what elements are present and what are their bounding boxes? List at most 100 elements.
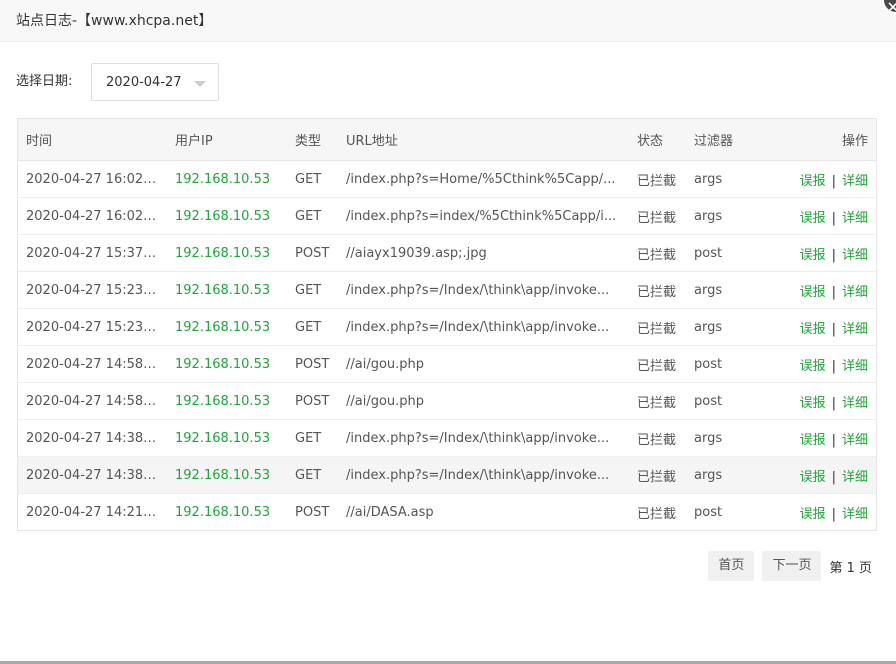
date-filter-label: 选择日期: [16, 74, 73, 89]
table-row: 2020-04-27 16:02:33 192.168.10.53 GET/inde… [18, 160, 876, 198]
action-separator: | [831, 358, 836, 374]
report-false-positive-link[interactable]: 误报 [800, 359, 826, 374]
cell-actions: 误报 | 详细 [776, 494, 876, 531]
detail-link[interactable]: 详细 [842, 248, 868, 263]
date-select[interactable]: 2020-04-27 [91, 63, 219, 101]
cell-ip: 192.168.10.53 [167, 345, 287, 383]
first-page-button[interactable]: 首页 [708, 551, 755, 581]
cell-type: GET [287, 271, 338, 309]
cell-type: POST [295, 504, 330, 520]
report-false-positive-link[interactable]: 误报 [800, 174, 826, 189]
report-false-positive-link[interactable]: 误报 [800, 285, 826, 300]
action-separator: | [831, 506, 836, 522]
pagination: 首页 下一页 第 1 页 [700, 551, 872, 581]
action-separator: | [831, 395, 836, 411]
report-false-positive-link[interactable]: 误报 [800, 211, 826, 226]
cell-filter: args [686, 308, 776, 346]
report-false-positive-link[interactable]: 误报 [800, 396, 826, 411]
table-row: 2020-04-27 16:02:26 192.168.10.53 GET/inde… [18, 197, 876, 235]
cell-ip: 192.168.10.53 [167, 308, 287, 346]
action-separator: | [831, 173, 836, 189]
table-row: 2020-04-27 14:21:29 192.168.10.53 POST //ai… [18, 494, 876, 531]
report-false-positive-link[interactable]: 误报 [800, 507, 826, 522]
cell-actions: 误报 | 详细 [776, 234, 876, 272]
cell-actions: 误报 | 详细 [776, 160, 876, 198]
table-row: 2020-04-27 14:38:41 192.168.10.53 GET/inde… [18, 456, 876, 494]
cell-url: /index.php?s=Home/%5Cthink%5Capp/... [338, 160, 629, 198]
action-separator: | [831, 210, 836, 226]
detail-link[interactable]: 详细 [842, 396, 868, 411]
table-row: 2020-04-27 14:58:58 192.168.10.53 POST//ai… [18, 345, 876, 383]
cell-status: 已拦截 [629, 456, 686, 494]
column-header-url: URL地址 [338, 119, 629, 161]
action-separator: | [831, 284, 836, 300]
cell-time: 2020-04-27 16:02:33 [18, 160, 167, 198]
chevron-down-icon [194, 81, 206, 87]
report-false-positive-link[interactable]: 误报 [800, 322, 826, 337]
close-icon [888, 2, 896, 12]
cell-filter: post [694, 504, 723, 520]
cell-ip: 192.168.10.53 [175, 504, 271, 520]
report-false-positive-link[interactable]: 误报 [800, 470, 826, 485]
cell-type: POST [287, 382, 338, 420]
cell-filter: post [686, 234, 776, 272]
cell-url: /index.php?s=/Index/\think\app/invoke... [338, 271, 629, 309]
detail-link[interactable]: 详细 [842, 507, 868, 522]
cell-time: 2020-04-27 14:38:41 [18, 456, 167, 494]
log-table: 时间 用户IP 类型 URL地址 状态 过滤器 操作 2020-04-27 16… [18, 119, 876, 530]
table-row: 2020-04-27 15:23:13 192.168.10.53 GET/inde… [18, 271, 876, 309]
cell-ip: 192.168.10.53 [167, 382, 287, 420]
cell-ip: 192.168.10.53 [167, 419, 287, 457]
cell-type: POST [287, 345, 338, 383]
column-header-actions: 操作 [776, 119, 876, 161]
cell-time: 2020-04-27 15:23:13 [18, 308, 167, 346]
cell-url: //ai/gou.php [338, 345, 629, 383]
cell-actions: 误报 | 详细 [776, 419, 876, 457]
cell-type: POST [287, 234, 338, 272]
next-page-button[interactable]: 下一页 [762, 551, 822, 581]
detail-link[interactable]: 详细 [842, 285, 868, 300]
cell-filter: args [686, 160, 776, 198]
detail-link[interactable]: 详细 [842, 470, 868, 485]
cell-filter: args [686, 419, 776, 457]
table-row: 2020-04-27 15:23:13 192.168.10.53 GET/inde… [18, 308, 876, 346]
cell-status: 已拦截 [629, 160, 686, 198]
detail-link[interactable]: 详细 [842, 359, 868, 374]
cell-status: 已拦截 [629, 197, 686, 235]
cell-actions: 误报 | 详细 [776, 456, 876, 494]
action-separator: | [831, 247, 836, 263]
date-select-value: 2020-04-27 [106, 75, 182, 90]
cell-ip: 192.168.10.53 [167, 234, 287, 272]
detail-link[interactable]: 详细 [842, 174, 868, 189]
detail-link[interactable]: 详细 [842, 211, 868, 226]
cell-url: /index.php?s=/Index/\think\app/invoke... [338, 308, 629, 346]
action-separator: | [831, 321, 836, 337]
cell-url: /index.php?s=/Index/\think\app/invoke... [338, 456, 629, 494]
cell-time: 2020-04-27 15:37:22 [18, 234, 167, 272]
cell-status: 已拦截 [629, 308, 686, 346]
cell-status: 已拦截 [629, 271, 686, 309]
column-header-type: 类型 [287, 119, 338, 161]
cell-actions: 误报 | 详细 [776, 308, 876, 346]
cell-actions: 误报 | 详细 [776, 271, 876, 309]
cell-actions: 误报 | 详细 [776, 197, 876, 235]
cell-status: 已拦截 [629, 234, 686, 272]
cell-type: GET [287, 419, 338, 457]
detail-link[interactable]: 详细 [842, 322, 868, 337]
cell-url: /index.php?s=index/%5Cthink%5Capp/i... [338, 197, 629, 235]
detail-link[interactable]: 详细 [842, 433, 868, 448]
cell-time: 2020-04-27 14:21:29 [26, 504, 165, 520]
action-separator: | [831, 432, 836, 448]
cell-time: 2020-04-27 16:02:26 [18, 197, 167, 235]
cell-ip: 192.168.10.53 [167, 271, 287, 309]
log-table-body: 2020-04-27 16:02:33 192.168.10.53 GET/inde… [18, 160, 876, 531]
cell-time: 2020-04-27 15:23:13 [18, 271, 167, 309]
cell-filter: post [686, 345, 776, 383]
column-header-filter: 过滤器 [686, 119, 776, 161]
cell-status: 已拦截 [629, 345, 686, 383]
report-false-positive-link[interactable]: 误报 [800, 248, 826, 263]
cell-url: //aiayx19039.asp;.jpg [338, 234, 629, 272]
table-row: 2020-04-27 14:58:58 192.168.10.53 POST//ai… [18, 382, 876, 420]
report-false-positive-link[interactable]: 误报 [800, 433, 826, 448]
site-log-dialog: 站点日志-【www.xhcpa.net】 选择日期: 2020-04-27 时间… [0, 0, 896, 664]
